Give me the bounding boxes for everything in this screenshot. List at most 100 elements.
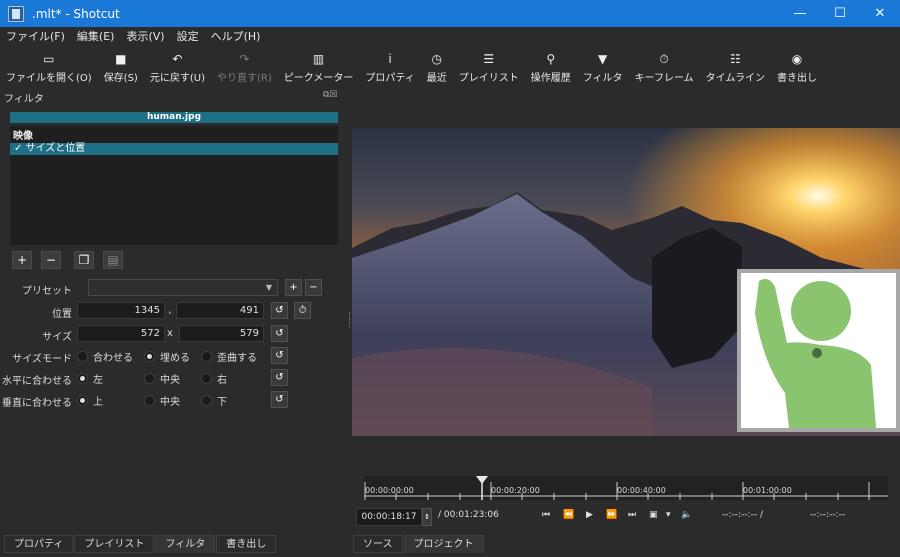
- valign-bottom-radio[interactable]: 下: [201, 393, 227, 408]
- reset-position-icon[interactable]: ↺: [271, 302, 288, 319]
- size-mode-fit-radio[interactable]: 合わせる: [77, 349, 133, 364]
- history-icon: ⚲: [546, 52, 556, 66]
- playlist-button[interactable]: ☰ プレイリスト: [453, 47, 525, 87]
- overlay-human-image[interactable]: [737, 269, 900, 432]
- position-y-input[interactable]: 491: [176, 302, 264, 319]
- filter-item-label: サイズと位置: [25, 143, 86, 154]
- menu-view[interactable]: 表示(V): [120, 28, 170, 44]
- tab-project[interactable]: プロジェクト: [403, 535, 484, 553]
- reset-valign-icon[interactable]: ↺: [271, 391, 288, 408]
- add-filter-button[interactable]: +: [12, 251, 32, 269]
- skip-to-end-button[interactable]: ⏭: [628, 510, 636, 520]
- position-label: 位置: [52, 309, 72, 320]
- save-button[interactable]: ■ 保存(S): [98, 47, 144, 87]
- undo-button[interactable]: ↶ 元に戻す(U): [144, 47, 211, 87]
- redo-button[interactable]: ↷ やり直す(R): [211, 47, 278, 87]
- window-title: .mlt* - Shotcut: [32, 6, 120, 21]
- timecode-spinner[interactable]: ⇕: [422, 508, 432, 526]
- out-point-label: --:--:--:--: [810, 510, 846, 520]
- keyframes-button[interactable]: ⏱ キーフレーム: [629, 47, 700, 87]
- size-mode-fill-radio[interactable]: 埋める: [144, 349, 190, 364]
- reset-size-mode-icon[interactable]: ↺: [271, 347, 288, 364]
- timeline-tick-label: 00:00:00:00: [365, 486, 414, 495]
- preset-combobox[interactable]: ▼: [88, 279, 278, 296]
- filter-item-size-position[interactable]: ✓ サイズと位置: [10, 143, 338, 155]
- tab-playlist[interactable]: プレイリスト: [74, 535, 155, 553]
- halign-right-radio[interactable]: 右: [201, 371, 227, 386]
- properties-button[interactable]: i プロパティ: [359, 47, 420, 87]
- save-preset-button[interactable]: +: [285, 279, 302, 296]
- filter-category-video: 映像: [13, 131, 33, 142]
- menu-file[interactable]: ファイル(F): [0, 28, 71, 44]
- in-point-label: --:--:--:-- /: [722, 510, 763, 520]
- halign-label: 水平に合わせる: [2, 376, 72, 387]
- stopwatch-icon: ⏱: [659, 52, 669, 66]
- chevron-down-icon: ▼: [265, 283, 272, 292]
- halign-left-radio[interactable]: 左: [77, 371, 103, 386]
- filters-panel-title: フィルタ: [4, 94, 44, 105]
- halign-center-radio[interactable]: 中央: [144, 371, 180, 386]
- reset-halign-icon[interactable]: ↺: [271, 369, 288, 386]
- minimize-button[interactable]: —: [780, 0, 820, 27]
- valign-top-radio[interactable]: 上: [77, 393, 103, 408]
- video-preview[interactable]: [352, 128, 900, 436]
- size-label: サイズ: [42, 332, 72, 343]
- tab-properties[interactable]: プロパティ: [4, 535, 74, 553]
- save-icon: ■: [115, 52, 127, 66]
- clock-icon: ◷: [431, 52, 442, 66]
- valign-middle-radio[interactable]: 中央: [144, 393, 180, 408]
- filter-icon: ▼: [598, 52, 608, 66]
- zoom-dropdown-icon[interactable]: ▾: [666, 510, 671, 520]
- rewind-button[interactable]: ⏪: [563, 510, 574, 520]
- volume-icon[interactable]: 🔈: [681, 510, 692, 520]
- size-separator: x: [167, 328, 173, 339]
- menu-bar: ファイル(F) 編集(E) 表示(V) 設定 ヘルプ(H): [0, 27, 900, 45]
- menu-settings[interactable]: 設定: [171, 28, 205, 44]
- copy-filter-button[interactable]: ❐: [74, 251, 94, 269]
- delete-preset-button[interactable]: −: [305, 279, 322, 296]
- title-bar: .mlt* - Shotcut — ☐ ✕: [0, 0, 900, 27]
- reset-size-icon[interactable]: ↺: [271, 325, 288, 342]
- timeline-tick-label: 00:00:20:00: [491, 486, 540, 495]
- history-button[interactable]: ⚲ 操作履歴: [525, 47, 577, 87]
- shotcut-app-icon: [8, 5, 24, 22]
- timeline-icon: ☷: [729, 52, 741, 66]
- filters-button[interactable]: ▼ フィルタ: [577, 47, 629, 87]
- peak-meter-icon: ▥: [312, 52, 325, 66]
- tab-export[interactable]: 書き出し: [216, 535, 277, 553]
- filter-list: 映像 ✓ サイズと位置: [10, 126, 338, 245]
- size-width-input[interactable]: 572: [77, 325, 165, 342]
- size-mode-distort-radio[interactable]: 歪曲する: [201, 349, 257, 364]
- open-folder-icon: ▭: [43, 52, 55, 66]
- open-file-button[interactable]: ▭ ファイルを開く(O): [0, 47, 98, 87]
- paste-filter-button[interactable]: ▤: [103, 251, 123, 269]
- tab-source[interactable]: ソース: [353, 535, 403, 553]
- current-timecode-input[interactable]: 00:00:18:17: [356, 508, 422, 526]
- main-toolbar: ▭ ファイルを開く(O) ■ 保存(S) ↶ 元に戻す(U) ↷ やり直す(R) ▥ ピー…: [0, 47, 900, 87]
- redo-icon: ↷: [239, 52, 250, 66]
- menu-help[interactable]: ヘルプ(H): [205, 28, 267, 44]
- check-icon[interactable]: ✓: [14, 143, 22, 154]
- play-button[interactable]: ▶: [586, 510, 593, 520]
- peak-meter-button[interactable]: ▥ ピークメーター: [278, 47, 360, 87]
- size-height-input[interactable]: 579: [179, 325, 264, 342]
- timeline-button[interactable]: ☷ タイムライン: [700, 47, 771, 87]
- timeline-tick-label: 00:00:40:00: [617, 486, 666, 495]
- skip-to-start-button[interactable]: ⏮: [542, 510, 550, 520]
- panel-float-close-icons[interactable]: ⧉☒: [323, 90, 338, 100]
- recent-button[interactable]: ◷ 最近: [421, 47, 453, 87]
- size-mode-label: サイズモード: [12, 354, 72, 365]
- menu-edit[interactable]: 編集(E): [71, 28, 121, 44]
- remove-filter-button[interactable]: −: [41, 251, 61, 269]
- keyframe-stopwatch-icon[interactable]: ⏱: [294, 302, 311, 319]
- right-dock-tabs: ソース プロジェクト: [353, 535, 485, 555]
- zoom-icon[interactable]: ▣: [649, 510, 658, 520]
- close-button[interactable]: ✕: [860, 0, 900, 27]
- export-button[interactable]: ◉ 書き出し: [771, 47, 823, 87]
- position-x-input[interactable]: 1345: [77, 302, 165, 319]
- fast-forward-button[interactable]: ⏩: [606, 510, 617, 520]
- maximize-button[interactable]: ☐: [820, 0, 860, 27]
- tab-filters[interactable]: フィルタ: [155, 535, 216, 553]
- position-separator: ,: [168, 305, 172, 316]
- filter-file-name: human.jpg: [10, 112, 338, 123]
